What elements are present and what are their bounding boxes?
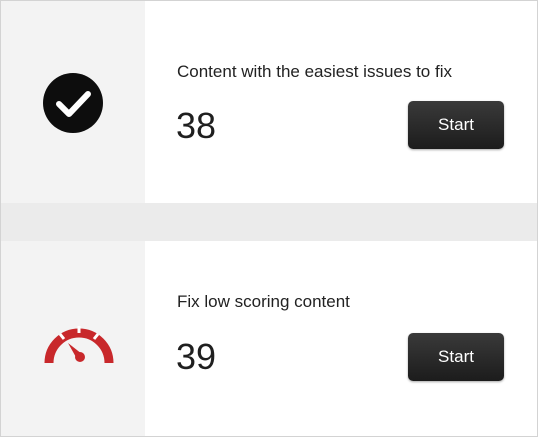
card-content: Content with the easiest issues to fix 3… [145, 1, 537, 203]
issue-count: 39 [176, 336, 217, 377]
low-scoring-card: Fix low scoring content 39 Start [1, 241, 537, 436]
card-title: Content with the easiest issues to fix [177, 62, 452, 81]
start-button[interactable]: Start [408, 101, 504, 149]
card-title: Fix low scoring content [177, 292, 350, 311]
icon-column [1, 1, 145, 203]
easy-issues-card: Content with the easiest issues to fix 3… [1, 1, 537, 203]
card-content: Fix low scoring content 39 Start [145, 241, 537, 436]
start-button[interactable]: Start [408, 333, 504, 381]
check-circle-icon [43, 73, 103, 133]
issues-panel: Content with the easiest issues to fix 3… [0, 0, 538, 437]
gauge-icon [44, 326, 114, 364]
issue-count: 38 [176, 105, 217, 146]
icon-column [1, 241, 145, 436]
